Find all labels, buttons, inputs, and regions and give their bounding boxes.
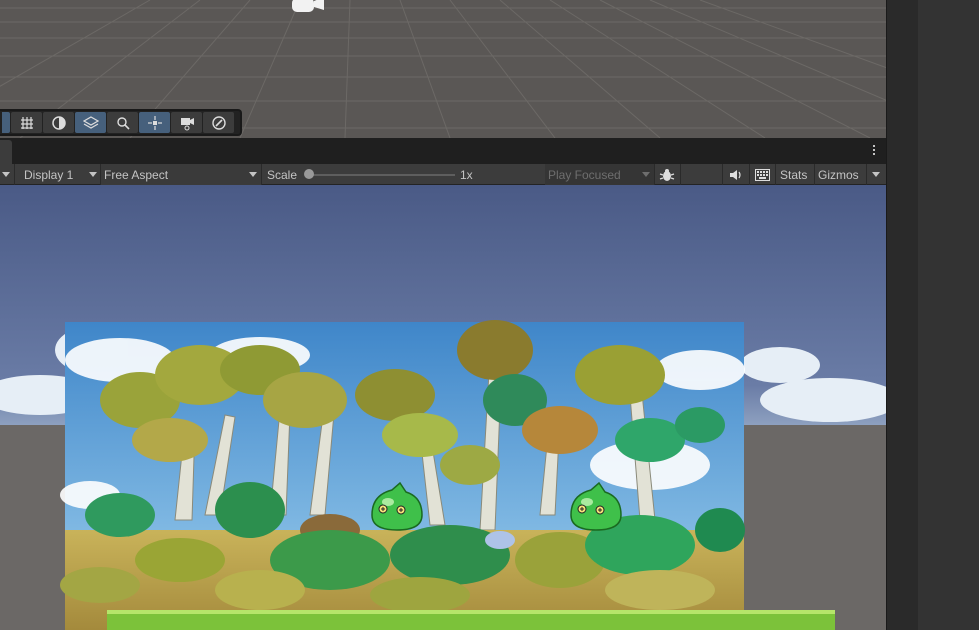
chevron-down-icon: [872, 172, 880, 177]
display-dropdown[interactable]: Display 1: [15, 164, 100, 185]
chevron-down-icon: [642, 172, 650, 177]
chevron-down-icon: [249, 172, 257, 177]
game-tab-bar: [0, 138, 886, 164]
right-dock-gutter: [886, 0, 918, 630]
keyboard-shortcuts-button[interactable]: [753, 164, 771, 185]
keyboard-icon: [754, 168, 770, 181]
chevron-down-icon: [2, 172, 10, 177]
aspect-dropdown[interactable]: Free Aspect: [101, 164, 261, 185]
play-mode-label: Play Focused: [548, 167, 621, 182]
camera-render-button[interactable]: [171, 112, 202, 133]
grid-snap-icon: [20, 116, 33, 129]
scale-value: 1x: [460, 167, 473, 182]
game-view-dropdown[interactable]: [2, 164, 10, 185]
scale-label: Scale: [267, 167, 298, 182]
game-scene: [0, 185, 886, 630]
scene-view[interactable]: [0, 0, 886, 138]
layers-button[interactable]: [75, 112, 106, 133]
gizmos-dropdown[interactable]: [872, 164, 880, 185]
divider: [866, 164, 867, 185]
grass-platform-edge: [107, 610, 835, 614]
search-icon: [116, 116, 130, 130]
grid-snap-button[interactable]: [11, 112, 42, 133]
divider: [680, 164, 681, 185]
divider: [654, 164, 655, 185]
camera-gizmo-icon[interactable]: [288, 0, 328, 16]
divider: [261, 164, 262, 185]
audio-icon: [730, 169, 741, 180]
shading-button[interactable]: [43, 112, 74, 133]
toolbar-edge-button[interactable]: [2, 112, 10, 133]
gizmos-button[interactable]: Gizmos: [818, 164, 859, 185]
compass-icon: [211, 115, 226, 130]
compass-button[interactable]: [203, 112, 234, 133]
divider: [749, 164, 750, 185]
game-toolbar: Display 1 Free Aspect Scale 1x Play Focu…: [0, 164, 886, 185]
bug-icon: [659, 168, 675, 181]
frame-debugger-button[interactable]: [658, 164, 676, 185]
game-viewport[interactable]: [0, 185, 886, 630]
mute-audio-button[interactable]: [727, 164, 745, 185]
move-tool-button[interactable]: [139, 112, 170, 133]
divider: [722, 164, 723, 185]
scale-slider-track[interactable]: [309, 174, 455, 176]
aspect-label: Free Aspect: [104, 167, 169, 182]
display-label: Display 1: [24, 167, 74, 182]
scale-slider-thumb[interactable]: [304, 169, 314, 179]
divider: [775, 164, 776, 185]
move-tool-icon: [147, 115, 162, 130]
stats-button[interactable]: Stats: [780, 164, 807, 185]
play-mode-dropdown[interactable]: Play Focused: [545, 164, 654, 185]
chevron-down-icon: [89, 172, 97, 177]
layers-icon: [82, 115, 99, 129]
tab-game[interactable]: [0, 140, 12, 164]
camera-render-icon: [180, 117, 194, 130]
right-dock-panel: [918, 0, 979, 630]
divider: [814, 164, 815, 185]
search-button[interactable]: [107, 112, 138, 133]
scene-overlay-toolbar: [0, 109, 242, 136]
shading-icon: [51, 115, 66, 130]
menu-kebab-icon[interactable]: [872, 145, 876, 157]
